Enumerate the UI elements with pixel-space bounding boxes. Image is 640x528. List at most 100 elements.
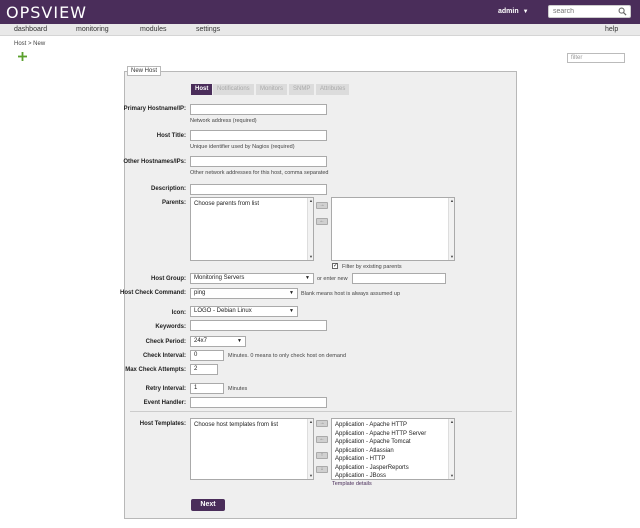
scroll-down-icon[interactable]: ▼	[308, 473, 313, 479]
scrollbar[interactable]: ▲ ▼	[448, 419, 454, 479]
template-option[interactable]: Application - Apache Tomcat	[335, 438, 451, 447]
remove-template-button[interactable]: ←	[316, 436, 328, 443]
host-check-value: ping	[194, 290, 206, 296]
templates-placeholder: Choose host templates from list	[194, 422, 279, 428]
host-templates-label: Host Templates:	[139, 421, 186, 427]
check-period-select[interactable]: 24x7 ▼	[190, 336, 246, 347]
host-title-help: Unique identifier used by Nagios (requir…	[190, 144, 295, 150]
max-attempts-label: Max Check Attempts:	[125, 367, 186, 373]
tab-notifications[interactable]: Notifications	[213, 84, 254, 95]
icon-value: LOGO - Debian Linux	[194, 308, 252, 314]
template-option[interactable]: Application - Atlassian	[335, 447, 451, 456]
check-period-label: Check Period:	[145, 339, 186, 345]
nav-dashboard[interactable]: dashboard	[14, 26, 47, 33]
chevron-down-icon: ▼	[522, 9, 529, 15]
parents-selected-list[interactable]: ▲ ▼	[331, 197, 455, 261]
host-group-value: Monitoring Servers	[194, 275, 245, 281]
opsview-logo[interactable]: OPSVIEW	[6, 3, 87, 22]
nav-settings[interactable]: settings	[196, 26, 220, 33]
scroll-up-icon[interactable]: ▲	[308, 198, 313, 204]
max-attempts-input[interactable]: 2	[190, 364, 218, 375]
check-period-value: 24x7	[194, 338, 208, 344]
host-group-select[interactable]: Monitoring Servers ▼	[190, 273, 314, 284]
scroll-up-icon[interactable]: ▲	[449, 419, 454, 425]
icon-select[interactable]: LOGO - Debian Linux ▼	[190, 306, 298, 317]
parents-available-list[interactable]: Choose parents from list ▲ ▼	[190, 197, 314, 261]
retry-interval-input[interactable]: 1	[190, 383, 224, 394]
retry-interval-label: Retry Interval:	[145, 386, 186, 392]
description-input[interactable]	[190, 184, 327, 195]
move-template-down-button[interactable]: ↓	[316, 466, 328, 473]
tab-host[interactable]: Host	[191, 84, 213, 95]
other-hostnames-help: Other network addresses for this host, c…	[190, 170, 329, 176]
dropdown-arrow-icon: ▼	[305, 275, 310, 281]
host-check-label: Host Check Command:	[119, 290, 186, 296]
add-parent-button[interactable]: →	[316, 202, 328, 209]
scroll-up-icon[interactable]: ▲	[449, 198, 454, 204]
template-option[interactable]: Application - Apache HTTP	[335, 421, 451, 430]
template-details-link[interactable]: Template details	[332, 481, 372, 487]
keywords-input[interactable]	[190, 320, 327, 331]
host-check-select[interactable]: ping ▼	[190, 288, 298, 299]
template-option[interactable]: Application - HTTP	[335, 455, 451, 464]
dropdown-arrow-icon: ▼	[289, 290, 294, 296]
other-hostnames-input[interactable]	[190, 156, 327, 167]
host-group-label: Host Group:	[151, 276, 186, 282]
template-option[interactable]: Application - JasperReports	[335, 464, 451, 473]
parents-placeholder: Choose parents from list	[194, 201, 260, 207]
scroll-up-icon[interactable]: ▲	[308, 419, 313, 425]
top-bar: OPSVIEW admin ▼	[0, 0, 640, 24]
nav-modules[interactable]: modules	[140, 26, 166, 33]
scrollbar[interactable]: ▲ ▼	[448, 198, 454, 260]
add-icon[interactable]	[18, 52, 27, 61]
user-menu[interactable]: admin ▼	[498, 8, 529, 15]
icon-label: Icon:	[171, 310, 186, 316]
tab-attributes[interactable]: Attributes	[316, 84, 350, 95]
event-handler-label: Event Handler:	[143, 400, 186, 406]
add-template-button[interactable]: →	[316, 420, 328, 427]
new-host-group-input[interactable]	[352, 273, 446, 284]
nav-monitoring[interactable]: monitoring	[76, 26, 109, 33]
or-enter-new-label: or enter new	[317, 276, 348, 282]
next-button[interactable]: Next	[191, 499, 225, 511]
primary-hostname-input[interactable]	[190, 104, 327, 115]
templates-selected-list[interactable]: Application - Apache HTTP Application - …	[331, 418, 455, 480]
scrollbar[interactable]: ▲ ▼	[307, 419, 313, 479]
filter-existing-checkbox[interactable]: ✓	[332, 263, 338, 269]
nav-help[interactable]: help	[605, 26, 618, 33]
main-nav: dashboard monitoring modules settings he…	[0, 24, 640, 36]
template-option[interactable]: Application - Apache HTTP Server	[335, 430, 451, 439]
scroll-down-icon[interactable]: ▼	[449, 473, 454, 479]
tab-snmp[interactable]: SNMP	[289, 84, 315, 95]
retry-interval-help: Minutes	[228, 386, 248, 392]
host-title-input[interactable]	[190, 130, 327, 141]
event-handler-input[interactable]	[190, 397, 327, 408]
templates-available-list[interactable]: Choose host templates from list ▲ ▼	[190, 418, 314, 480]
keywords-label: Keywords:	[155, 324, 186, 330]
primary-hostname-help: Network address (required)	[190, 118, 257, 124]
check-interval-help: Minutes. 0 means to only check host on d…	[228, 353, 347, 359]
dropdown-arrow-icon: ▼	[289, 308, 294, 314]
check-interval-input[interactable]: 0	[190, 350, 224, 361]
scrollbar[interactable]: ▲ ▼	[307, 198, 313, 260]
remove-parent-button[interactable]: ←	[316, 218, 328, 225]
check-interval-label: Check Interval:	[142, 353, 186, 359]
tab-monitors[interactable]: Monitors	[256, 84, 288, 95]
host-title-label: Host Title:	[156, 133, 186, 139]
parents-label: Parents:	[161, 200, 186, 206]
panel-title: New Host	[127, 66, 162, 76]
template-option[interactable]: Application - JBoss	[335, 472, 451, 479]
dropdown-arrow-icon: ▼	[237, 338, 242, 344]
search-input[interactable]	[549, 6, 617, 17]
search-icon[interactable]	[618, 7, 627, 16]
scroll-down-icon[interactable]: ▼	[308, 254, 313, 260]
move-template-up-button[interactable]: ↑	[316, 452, 328, 459]
host-check-help: Blank means host is always assumed up	[301, 291, 401, 297]
scroll-down-icon[interactable]: ▼	[449, 254, 454, 260]
other-hostnames-label: Other Hostnames/IPs:	[123, 159, 186, 165]
search-box[interactable]	[548, 5, 631, 18]
primary-hostname-label: Primary Hostname/IP:	[123, 106, 186, 112]
breadcrumb: Host > New	[14, 41, 46, 47]
description-label: Description:	[150, 186, 186, 192]
filter-input[interactable]: filter	[567, 53, 625, 63]
